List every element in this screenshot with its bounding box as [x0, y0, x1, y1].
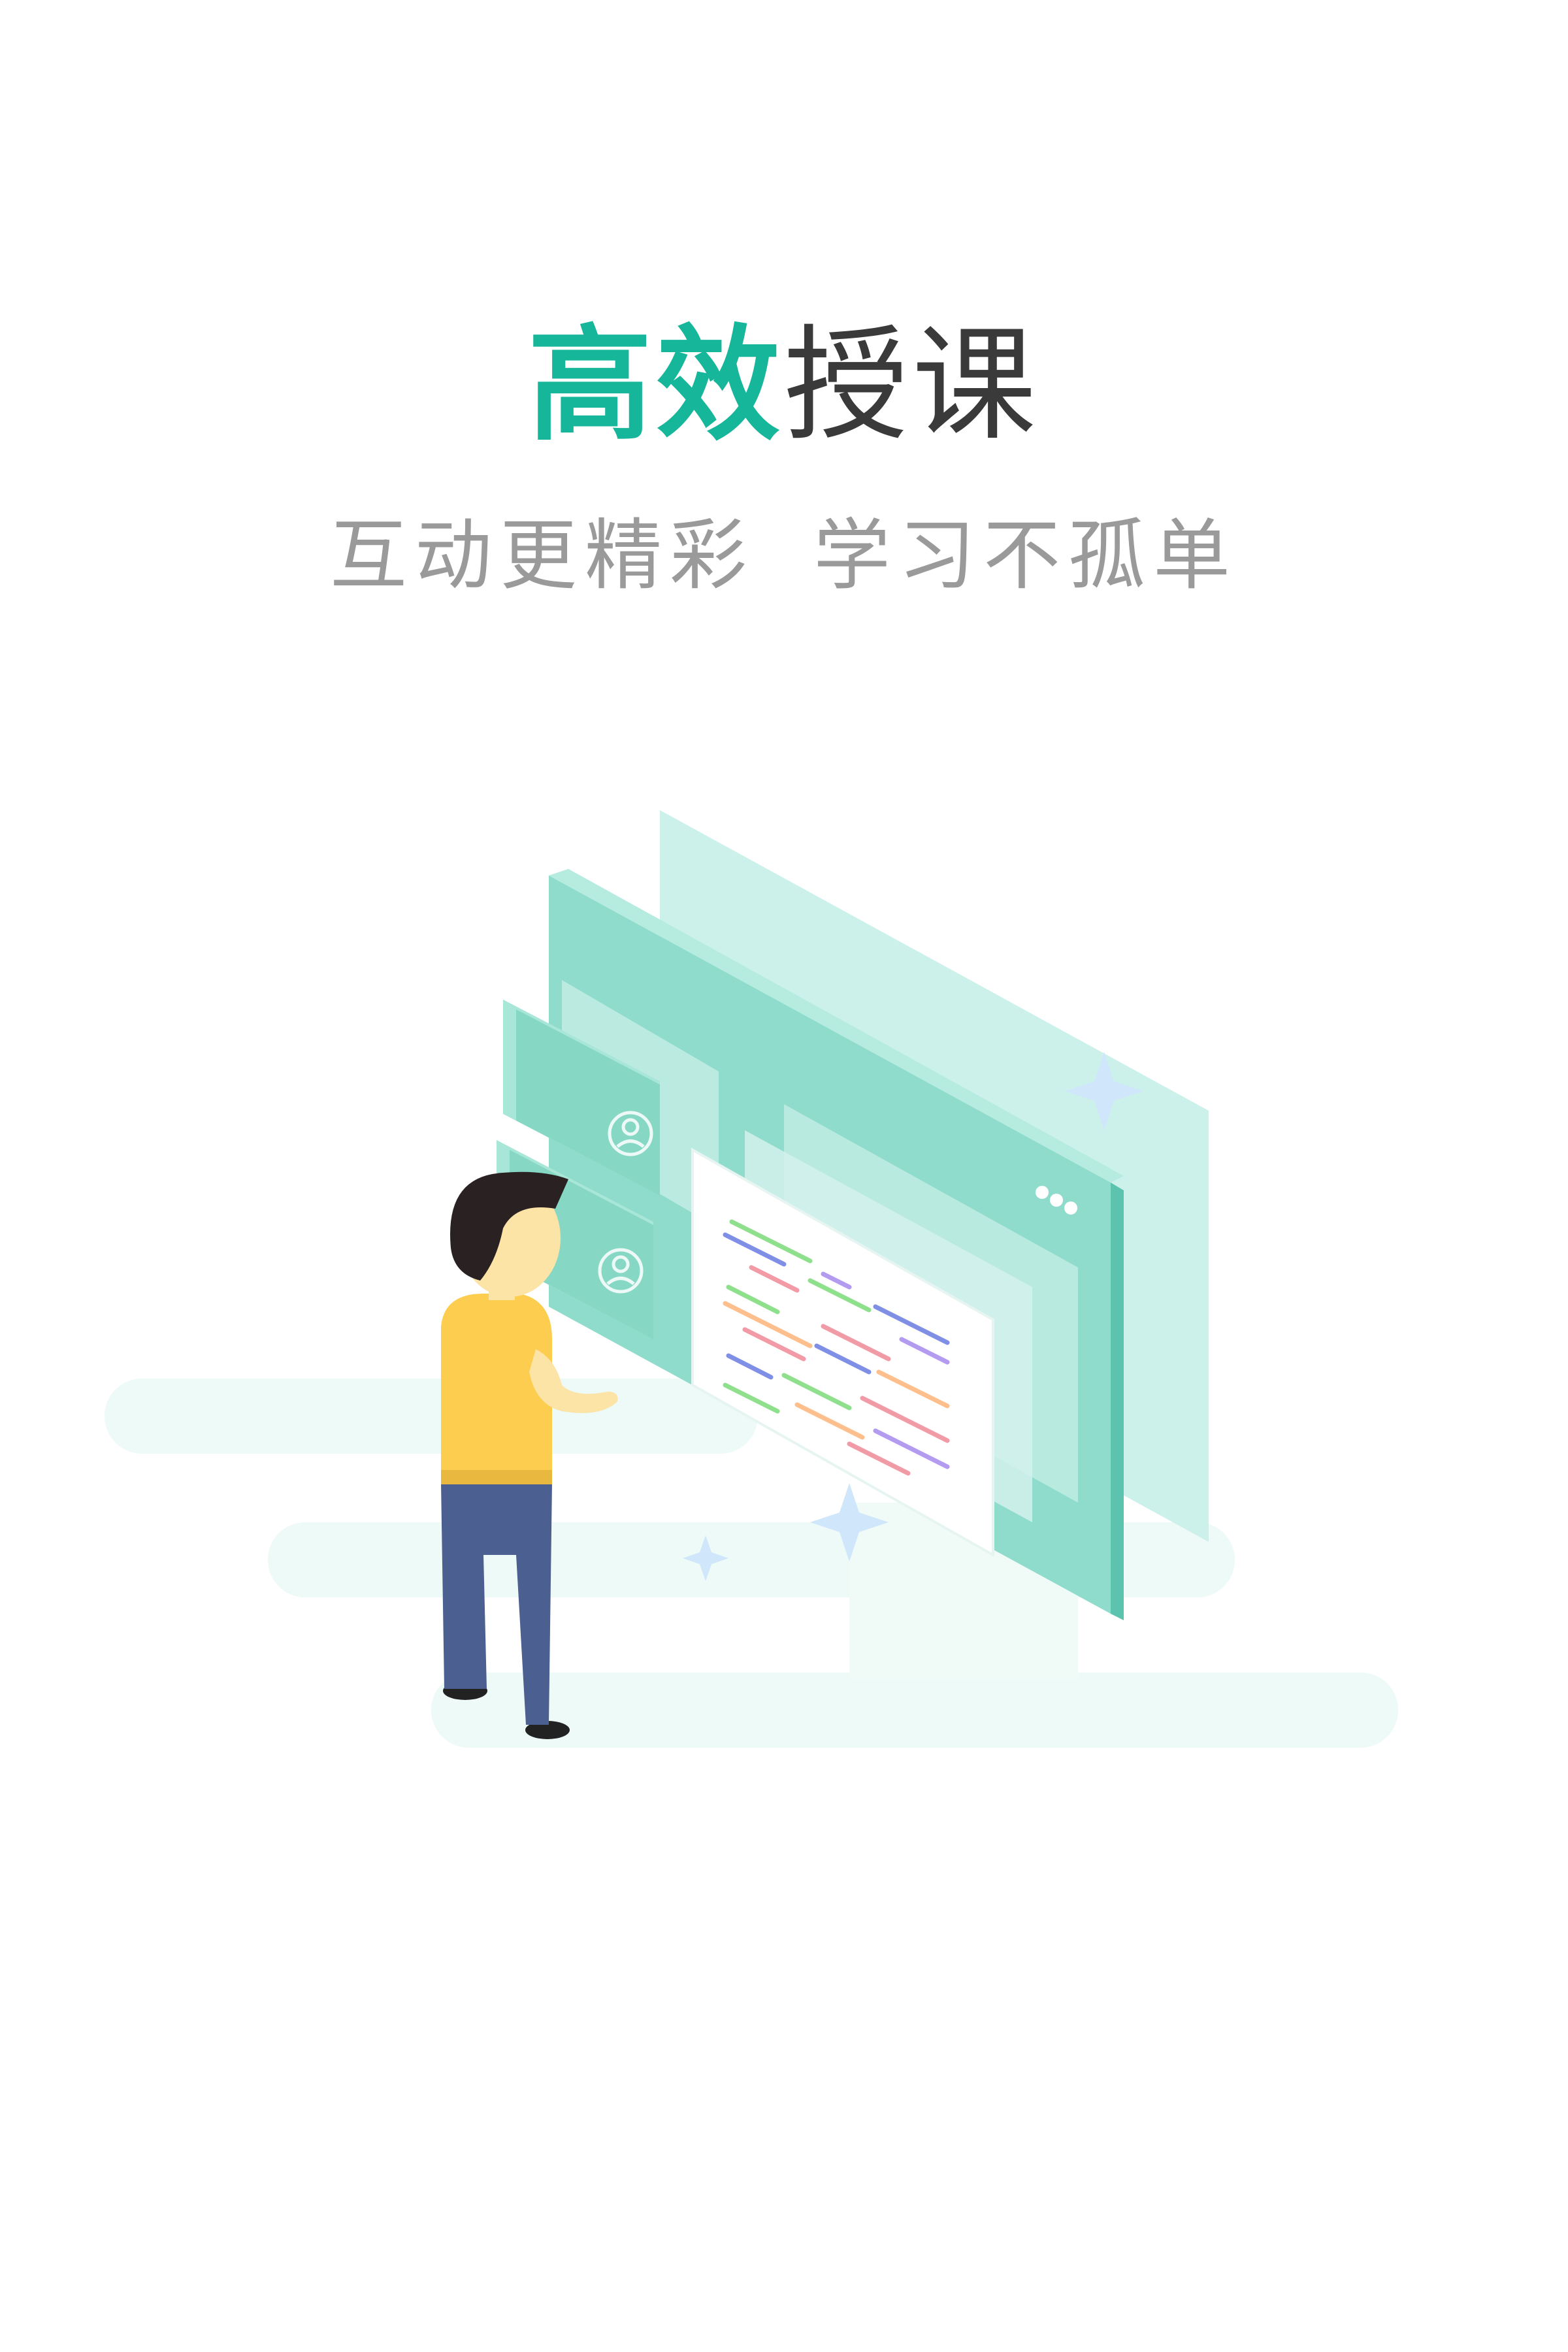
title-highlight: 高效: [527, 313, 784, 457]
subtitle-part-2: 学习不孤单: [813, 510, 1239, 600]
title-rest: 授课: [784, 313, 1041, 457]
page-subtitle: 互动更精彩 学习不孤单: [0, 503, 1568, 608]
page-title: 高效授课: [0, 307, 1568, 464]
onboarding-illustration: [105, 810, 1398, 1748]
subtitle-part-1: 互动更精彩: [329, 510, 755, 600]
